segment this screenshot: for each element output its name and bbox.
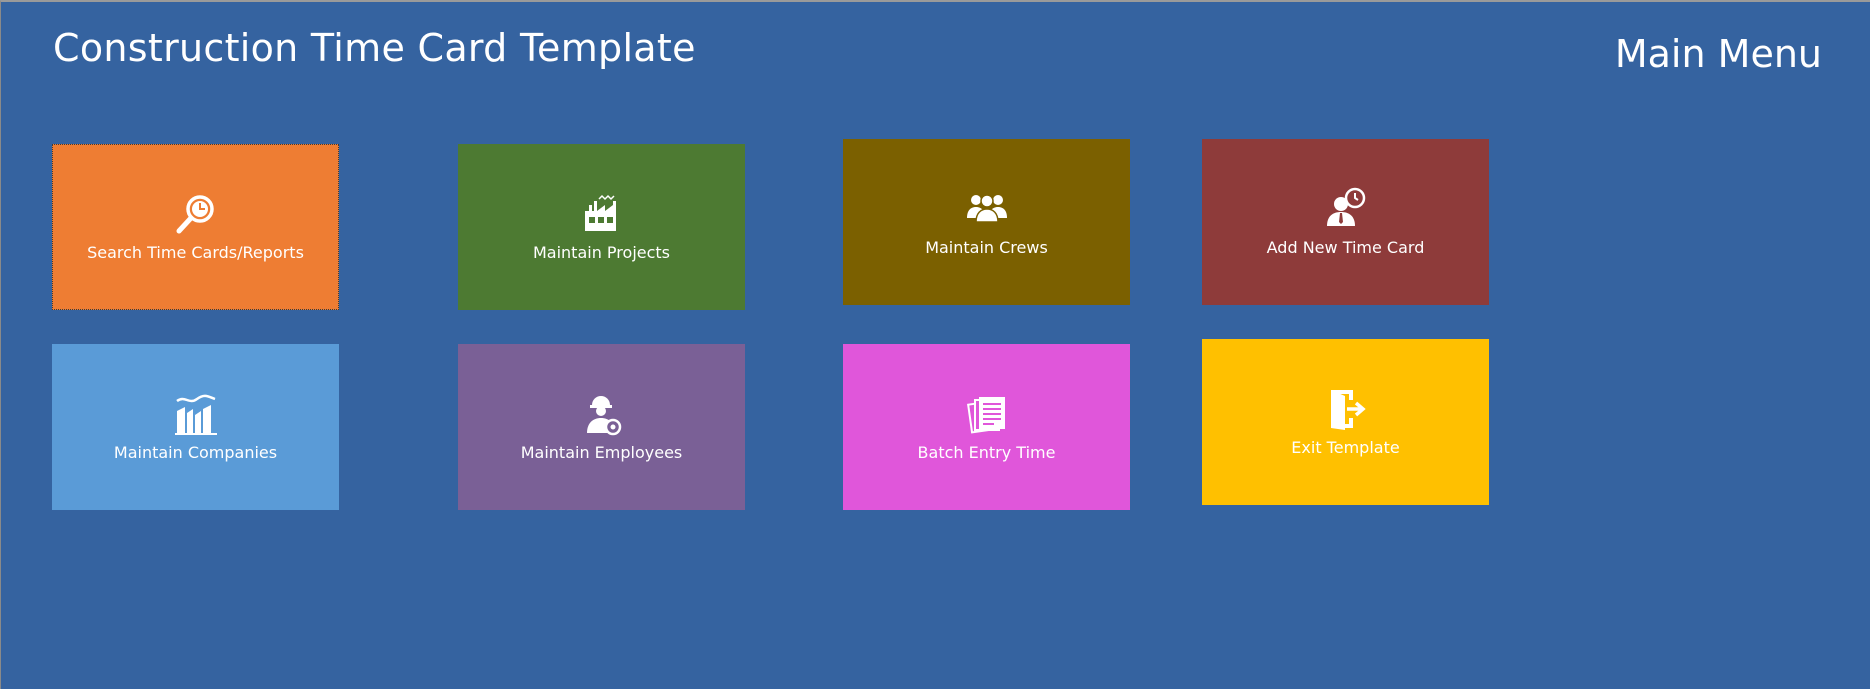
maintain-crews-button[interactable]: Maintain Crews xyxy=(843,139,1130,305)
tile-label: Search Time Cards/Reports xyxy=(87,243,304,262)
search-time-cards-button[interactable]: Search Time Cards/Reports xyxy=(52,144,339,310)
tile-label: Maintain Companies xyxy=(113,443,278,462)
add-new-time-card-button[interactable]: Add New Time Card xyxy=(1202,139,1489,305)
factory-icon xyxy=(579,191,625,237)
app-title: Construction Time Card Template xyxy=(53,26,696,70)
tile-label: Add New Time Card xyxy=(1266,238,1425,257)
search-clock-icon xyxy=(173,191,219,237)
tile-label: Exit Template xyxy=(1291,438,1400,457)
maintain-employees-button[interactable]: Maintain Employees xyxy=(458,344,745,510)
buildings-icon xyxy=(173,391,219,437)
maintain-projects-button[interactable]: Maintain Projects xyxy=(458,144,745,310)
batch-entry-time-button[interactable]: Batch Entry Time xyxy=(843,344,1130,510)
tile-label: Maintain Crews xyxy=(925,238,1048,257)
documents-icon xyxy=(964,391,1010,437)
group-icon xyxy=(964,186,1010,232)
tile-label: Batch Entry Time xyxy=(917,443,1056,462)
worker-gear-icon xyxy=(579,391,625,437)
tile-label: Maintain Employees xyxy=(520,443,683,462)
tile-label: Maintain Projects xyxy=(532,243,671,262)
maintain-companies-button[interactable]: Maintain Companies xyxy=(52,344,339,510)
exit-template-button[interactable]: Exit Template xyxy=(1202,339,1489,505)
exit-door-icon xyxy=(1323,386,1369,432)
user-clock-icon xyxy=(1323,186,1369,232)
page-title: Main Menu xyxy=(1614,32,1822,76)
